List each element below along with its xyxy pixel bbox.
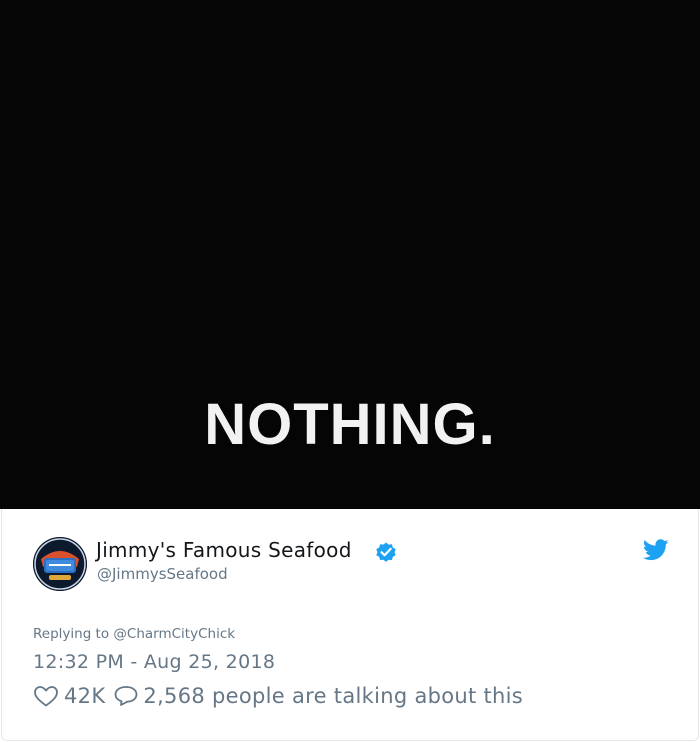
conversation-link[interactable]: 2,568 people are talking about this xyxy=(113,684,523,708)
like-button[interactable]: 42K xyxy=(33,684,113,708)
tweet-timestamp[interactable]: 12:32 PM - Aug 25, 2018 xyxy=(33,650,275,674)
display-name[interactable]: Jimmy's Famous Seafood xyxy=(96,537,352,563)
replying-to-user-link[interactable]: @CharmCityChick xyxy=(113,626,235,642)
tweet-actions: 42K 2,568 people are talking about this xyxy=(33,684,523,708)
user-handle[interactable]: @JimmysSeafood xyxy=(97,564,228,584)
tweet-card: Jimmy's Famous Seafood @JimmysSeafood Re… xyxy=(1,509,699,741)
twitter-bird-icon[interactable] xyxy=(643,539,669,561)
talking-count-text: 2,568 people are talking about this xyxy=(143,684,524,708)
like-count: 42K xyxy=(64,684,106,708)
replying-to: Replying to @CharmCityChick xyxy=(33,625,235,643)
comment-bubble-icon xyxy=(115,686,138,706)
replying-to-label: Replying to xyxy=(33,626,110,642)
tweet-media-gif[interactable]: NOTHING. xyxy=(0,0,700,509)
verified-badge-icon xyxy=(376,542,396,562)
media-caption: NOTHING. xyxy=(204,392,496,457)
avatar[interactable] xyxy=(33,537,87,591)
avatar-logo-icon xyxy=(33,537,87,591)
heart-icon xyxy=(34,686,58,707)
